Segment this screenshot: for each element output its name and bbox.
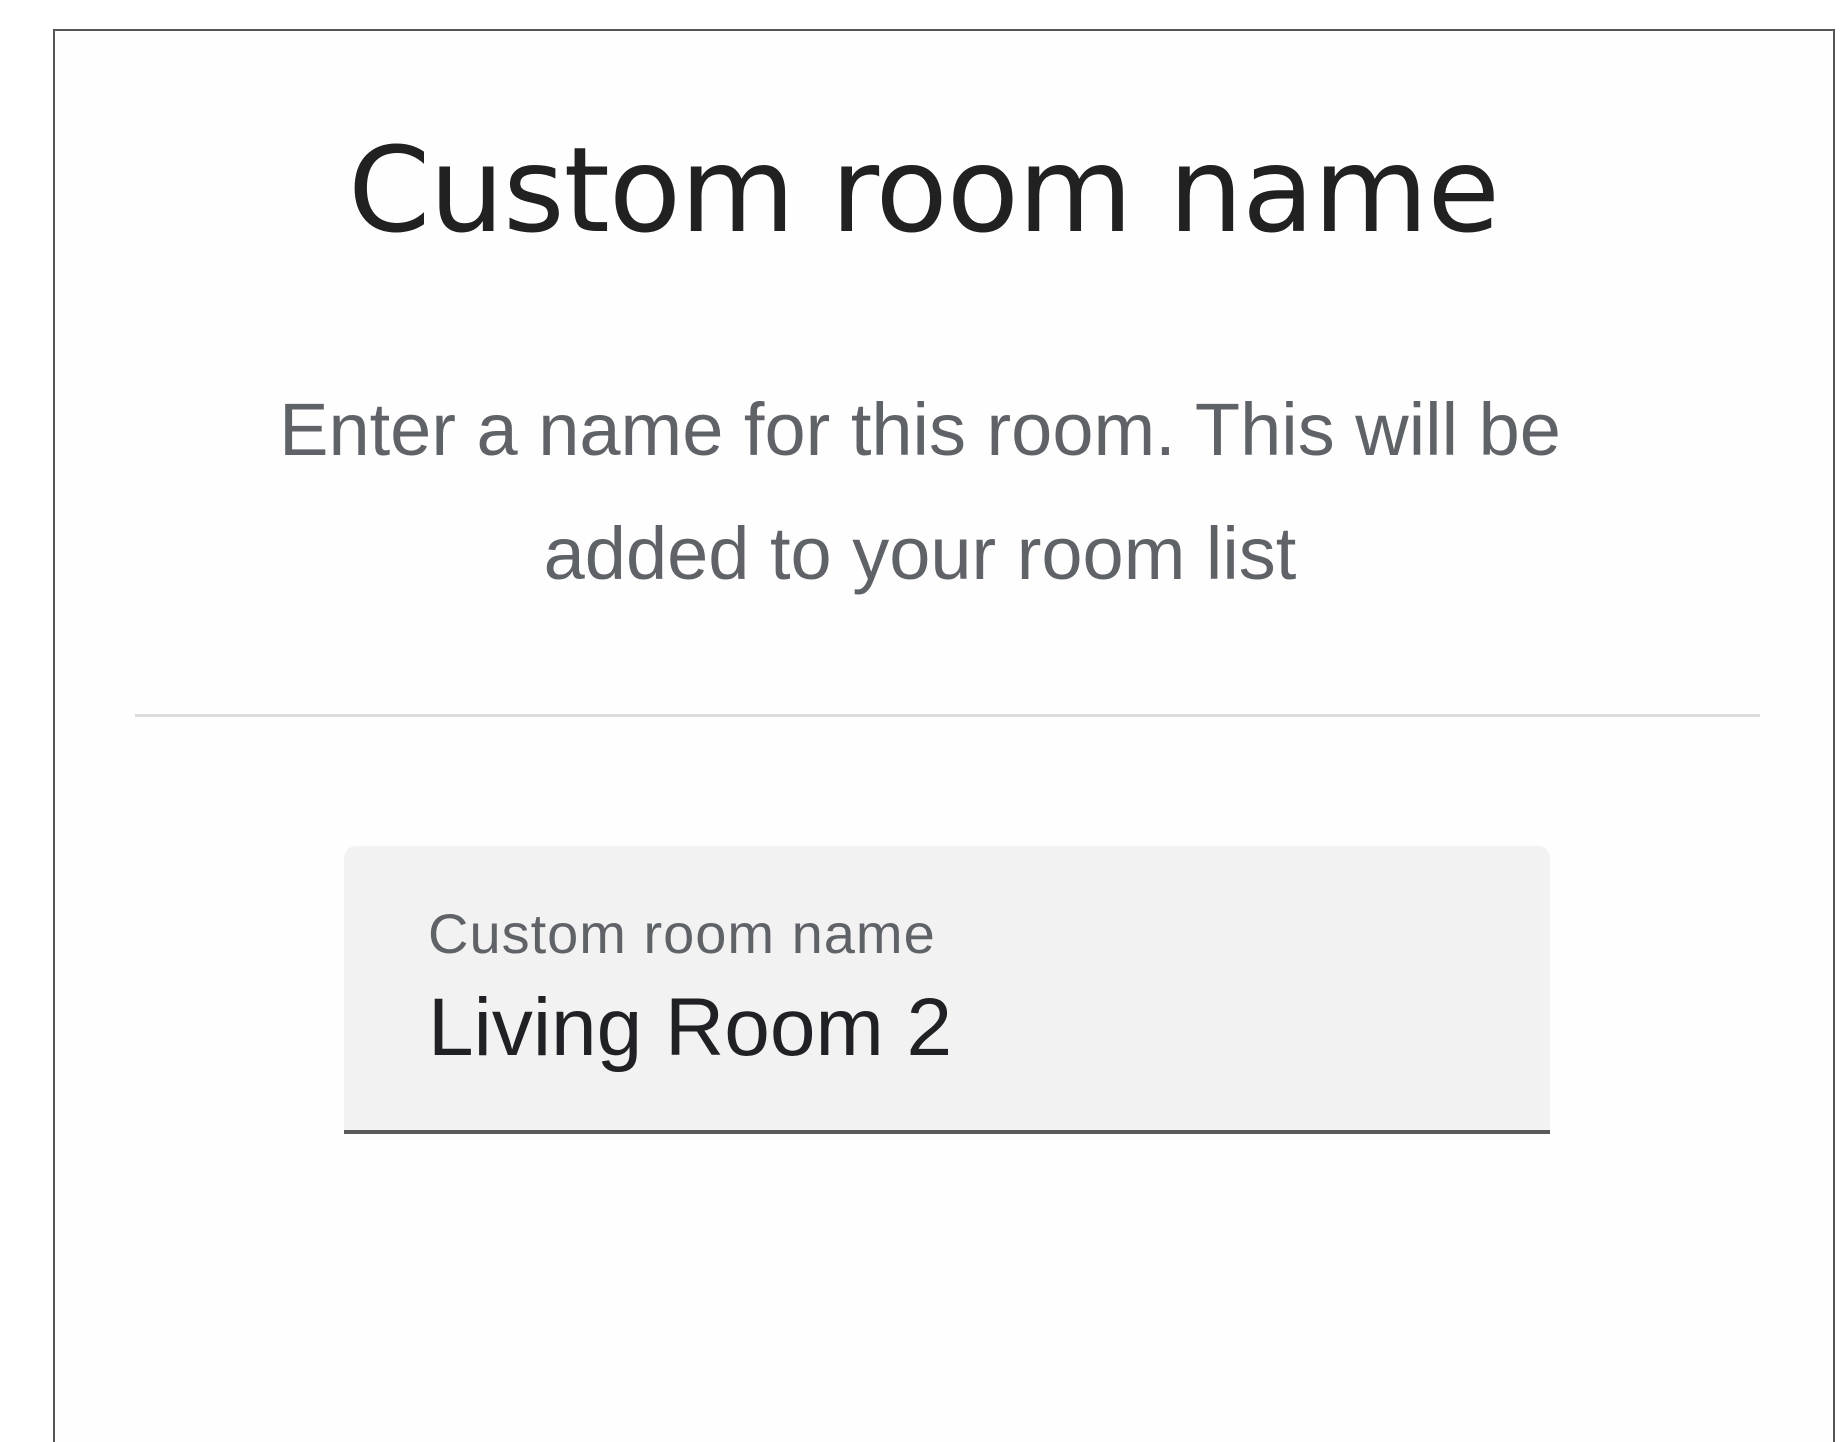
room-name-input[interactable]: [428, 980, 1508, 1076]
section-divider: [135, 714, 1760, 717]
room-name-field-label: Custom room name: [428, 902, 936, 965]
room-name-text-field[interactable]: Custom room name: [344, 846, 1550, 1134]
screen: Custom room name Enter a name for this r…: [0, 0, 1847, 1442]
page-description: Enter a name for this room. This will be…: [279, 388, 1561, 595]
screen-viewport: Custom room name Enter a name for this r…: [0, 0, 1847, 1442]
page-title: Custom room name: [348, 121, 1500, 259]
